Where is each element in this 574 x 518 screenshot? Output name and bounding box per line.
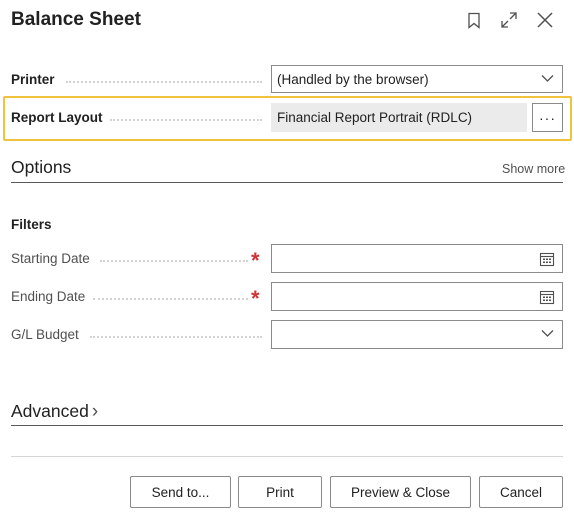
starting-date-leader bbox=[100, 260, 248, 262]
chevron-right-icon: › bbox=[91, 401, 99, 422]
advanced-title: Advanced bbox=[11, 401, 89, 421]
starting-date-label: Starting Date bbox=[11, 251, 90, 266]
ending-date-leader bbox=[93, 298, 248, 300]
report-layout-lookup-button[interactable]: ··· bbox=[532, 103, 563, 132]
printer-value: (Handled by the browser) bbox=[277, 71, 429, 87]
report-layout-field[interactable]: Financial Report Portrait (RDLC) bbox=[271, 103, 527, 132]
gl-budget-leader bbox=[90, 336, 262, 338]
calendar-icon[interactable] bbox=[539, 289, 555, 305]
report-layout-label: Report Layout bbox=[11, 110, 103, 125]
send-to-button[interactable]: Send to... bbox=[130, 476, 231, 508]
advanced-divider bbox=[11, 425, 563, 426]
required-indicator: * bbox=[251, 248, 260, 273]
expand-icon[interactable] bbox=[497, 8, 521, 32]
filters-title: Filters bbox=[11, 217, 52, 232]
close-icon[interactable] bbox=[533, 8, 557, 32]
gl-budget-select[interactable] bbox=[271, 320, 563, 349]
print-button[interactable]: Print bbox=[238, 476, 322, 508]
options-divider bbox=[11, 182, 563, 183]
options-title[interactable]: Options bbox=[11, 157, 71, 178]
footer-divider bbox=[11, 456, 563, 457]
cancel-button[interactable]: Cancel bbox=[479, 476, 563, 508]
report-layout-leader bbox=[110, 119, 262, 121]
chevron-down-icon bbox=[541, 75, 554, 82]
bookmark-icon[interactable] bbox=[462, 8, 486, 32]
chevron-down-icon bbox=[541, 330, 554, 337]
required-indicator: * bbox=[251, 286, 260, 311]
show-more-link[interactable]: Show more bbox=[502, 162, 565, 176]
report-layout-value: Financial Report Portrait (RDLC) bbox=[277, 110, 473, 125]
printer-label: Printer bbox=[11, 72, 55, 87]
gl-budget-label: G/L Budget bbox=[11, 327, 79, 342]
preview-close-button[interactable]: Preview & Close bbox=[330, 476, 471, 508]
starting-date-input[interactable] bbox=[271, 244, 563, 273]
printer-select[interactable]: (Handled by the browser) bbox=[271, 65, 563, 93]
dialog-title: Balance Sheet bbox=[11, 9, 141, 30]
ending-date-input[interactable] bbox=[271, 282, 563, 311]
calendar-icon[interactable] bbox=[539, 251, 555, 267]
advanced-toggle[interactable]: Advanced › bbox=[11, 401, 98, 422]
printer-leader bbox=[66, 81, 262, 83]
ending-date-label: Ending Date bbox=[11, 289, 86, 304]
